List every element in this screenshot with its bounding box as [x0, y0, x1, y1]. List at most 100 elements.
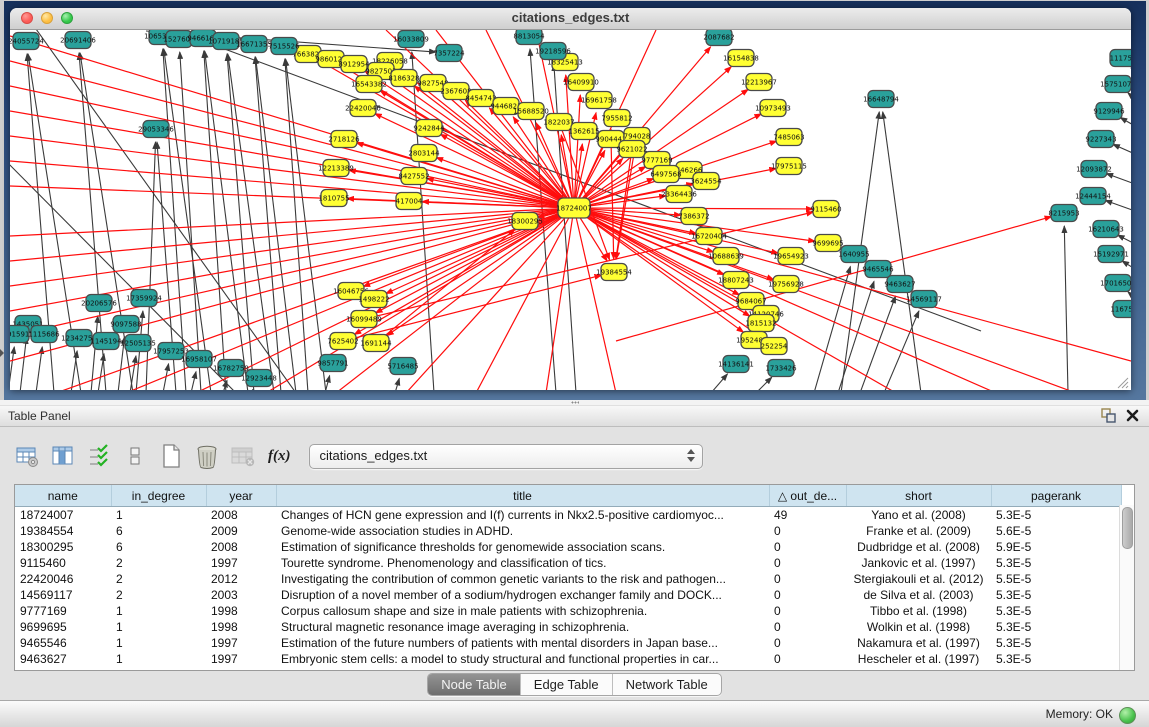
float-panel-icon[interactable]: [1101, 408, 1116, 428]
column-header-in_degree[interactable]: in_degree: [111, 485, 206, 507]
graph-node-label: 8186328: [388, 75, 419, 83]
graph-node-label: 12093872: [1076, 166, 1112, 174]
table-tabs-row: Node TableEdge TableNetwork Table: [0, 673, 1149, 696]
tab-node-table[interactable]: Node Table: [428, 674, 520, 695]
graph-edge[interactable]: [376, 229, 515, 343]
graph-edge[interactable]: [611, 139, 614, 259]
graph-edge[interactable]: [10, 61, 574, 208]
column-header-title[interactable]: title: [276, 485, 769, 507]
table-cell: 0: [769, 571, 846, 587]
graph-node-label: 20691406: [60, 37, 96, 45]
graph-edge[interactable]: [191, 372, 196, 390]
tab-network-table[interactable]: Network Table: [612, 674, 721, 695]
network-window-titlebar[interactable]: citations_edges.txt: [10, 8, 1131, 30]
table-row[interactable]: 1872400712008Changes of HCN gene express…: [15, 507, 1121, 524]
table-row[interactable]: 977716911998Corpus callosum shape and si…: [15, 603, 1121, 619]
graph-node-label: 9777169: [641, 157, 672, 165]
graph-edge[interactable]: [883, 112, 921, 390]
graph-edge[interactable]: [1106, 173, 1131, 184]
memory-status-label: Memory: OK: [1046, 701, 1113, 727]
column-visibility-icon[interactable]: [50, 443, 76, 469]
graph-edge[interactable]: [711, 374, 728, 390]
table-row[interactable]: 946554611997Estimation of the future num…: [15, 635, 1121, 651]
minimize-window-button[interactable]: [41, 12, 53, 24]
graph-edge[interactable]: [20, 337, 27, 390]
table-row[interactable]: 969969511998Structural magnetic resonanc…: [15, 619, 1121, 635]
memory-status-indicator[interactable]: [1119, 707, 1136, 724]
graph-node-label: 9465546: [862, 266, 894, 274]
row-height-icon[interactable]: [122, 443, 148, 469]
graph-node-label: 16671355: [236, 41, 272, 49]
resize-grip-icon[interactable]: [1115, 375, 1129, 389]
tab-edge-table[interactable]: Edge Table: [520, 674, 612, 695]
table-selector-dropdown[interactable]: citations_edges.txt: [309, 444, 703, 469]
graph-edge[interactable]: [574, 95, 580, 208]
graph-edge[interactable]: [1118, 235, 1131, 244]
selection-mode-icon[interactable]: [86, 443, 112, 469]
graph-edge[interactable]: [395, 378, 399, 390]
table-cell: 22420046: [15, 571, 111, 587]
new-column-icon[interactable]: [158, 443, 184, 469]
graph-edge[interactable]: [1064, 226, 1068, 390]
graph-edge[interactable]: [10, 208, 574, 236]
network-canvas[interactable]: 1872400776638229860128891295418226058982…: [10, 30, 1131, 390]
graph-edge[interactable]: [1113, 144, 1131, 154]
graph-edge[interactable]: [164, 49, 211, 390]
graph-edge[interactable]: [1128, 93, 1131, 99]
graph-node-label: 1145194: [90, 338, 122, 346]
panel-collapse-arrow[interactable]: [0, 345, 5, 361]
column-header-out_de[interactable]: △ out_de...: [769, 485, 846, 507]
graph-node-label: 24055724: [10, 38, 44, 46]
graph-edge[interactable]: [286, 59, 326, 390]
graph-edge[interactable]: [1120, 117, 1131, 126]
table-row[interactable]: 1830029562008Estimation of significance …: [15, 539, 1121, 555]
graph-edge[interactable]: [1105, 200, 1131, 211]
graph-node-label: 12213967: [741, 79, 777, 87]
graph-edge[interactable]: [574, 208, 616, 390]
close-window-button[interactable]: [21, 12, 33, 24]
graph-node-label: 3624554: [690, 178, 722, 186]
graph-edge[interactable]: [98, 354, 104, 390]
graph-edge[interactable]: [387, 208, 574, 336]
table-row[interactable]: 911546021997Tourette syndrome. Phenomeno…: [15, 555, 1121, 571]
graph-edge[interactable]: [574, 208, 1131, 361]
table-row[interactable]: 2242004622012Investigating the contribut…: [15, 571, 1121, 587]
graph-edge[interactable]: [1122, 261, 1131, 269]
table-row[interactable]: 1938455462009Genome-wide association stu…: [15, 523, 1121, 539]
function-builder-icon[interactable]: f(x): [266, 448, 293, 465]
graph-edge[interactable]: [227, 54, 254, 390]
column-header-name[interactable]: name: [15, 485, 111, 507]
table-settings-icon[interactable]: [14, 443, 40, 469]
table-cell: 1: [111, 619, 206, 635]
delete-column-trash-icon[interactable]: [194, 443, 220, 469]
graph-edge[interactable]: [884, 311, 919, 390]
graph-node-label: 7955812: [601, 115, 632, 123]
table-cell: Franke et al. (2009): [846, 523, 991, 539]
table-cell: 0: [769, 603, 846, 619]
column-header-year[interactable]: year: [206, 485, 276, 507]
graph-node-label: 19654923: [773, 253, 809, 261]
table-cell: Yano et al. (2008): [846, 507, 991, 524]
graph-edge[interactable]: [130, 356, 136, 390]
graph-edge[interactable]: [1128, 292, 1131, 298]
table-row[interactable]: 946362711997Embryonic stem cells: a mode…: [15, 651, 1121, 667]
graph-edge[interactable]: [266, 208, 574, 390]
graph-edge[interactable]: [756, 377, 772, 390]
vertical-scrollbar[interactable]: [1119, 505, 1134, 670]
column-header-pagerank[interactable]: pagerank: [991, 485, 1121, 507]
table-cell: 6: [111, 523, 206, 539]
graph-node-label: 14136141: [718, 361, 754, 369]
graph-node-label: 18807243: [718, 277, 754, 285]
column-header-short[interactable]: short: [846, 485, 991, 507]
scrollbar-thumb[interactable]: [1122, 507, 1133, 549]
graph-edge[interactable]: [10, 208, 574, 336]
table-cell: Hescheler et al. (1997): [846, 651, 991, 667]
graph-edge[interactable]: [251, 389, 253, 390]
graph-edge[interactable]: [71, 351, 77, 390]
graph-edge[interactable]: [10, 347, 14, 390]
table-cell: 6: [111, 539, 206, 555]
close-panel-icon[interactable]: [1126, 409, 1139, 427]
table-row[interactable]: 1456911722003Disruption of a novel membe…: [15, 587, 1121, 603]
zoom-window-button[interactable]: [61, 12, 73, 24]
graph-node-label: 12923448: [241, 375, 277, 383]
